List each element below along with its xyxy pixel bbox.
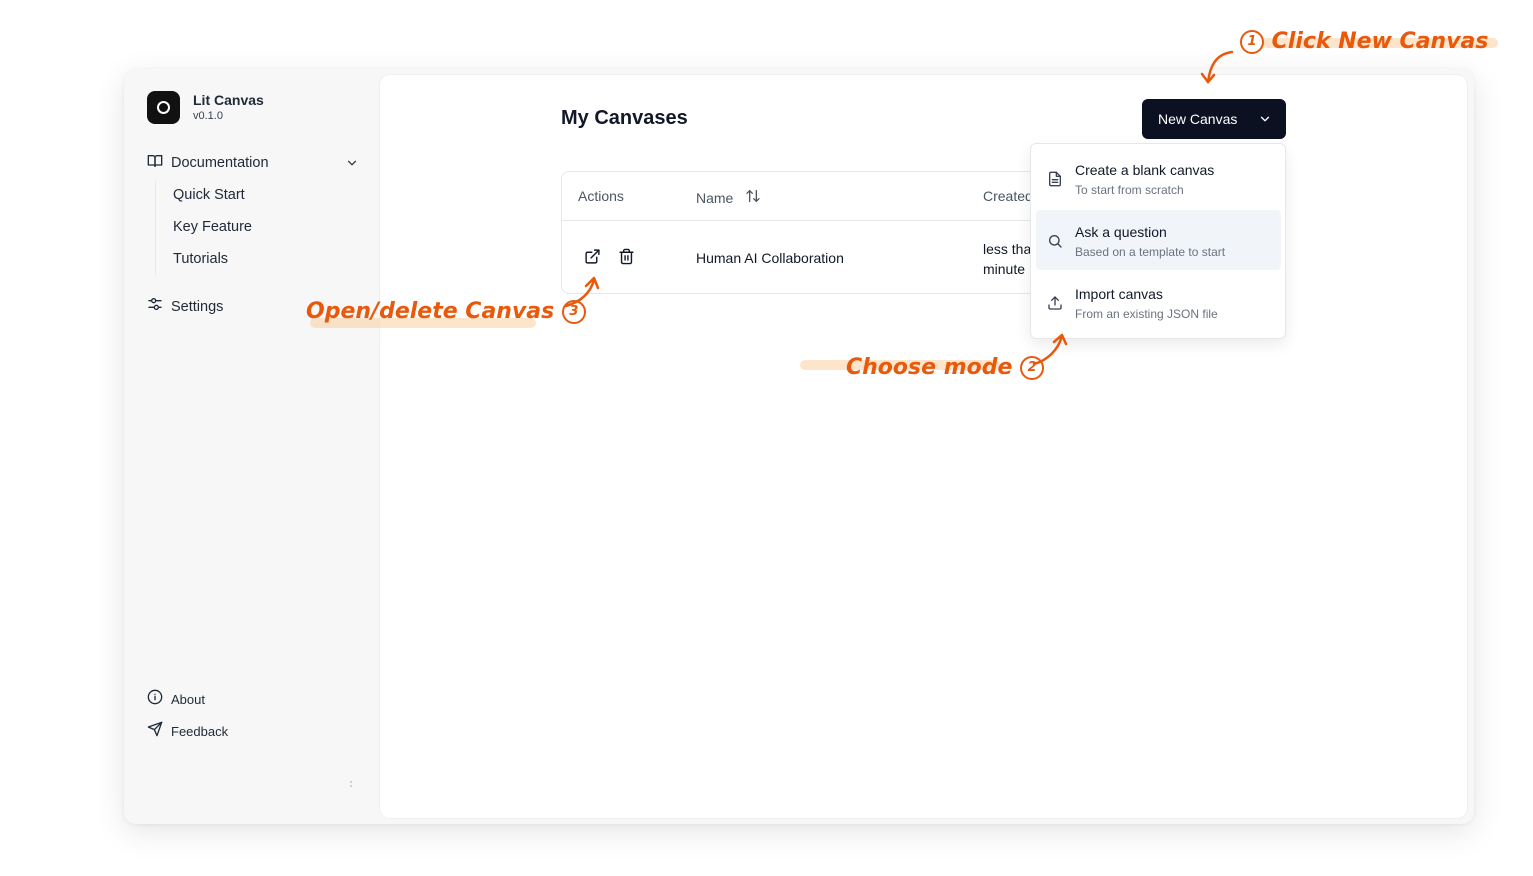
- sidebar: Lit Canvas v0.1.0 Documentation Quick St…: [124, 69, 380, 824]
- chevron-down-icon[interactable]: [345, 156, 359, 175]
- info-icon: [147, 689, 163, 710]
- open-external-icon[interactable]: [584, 248, 601, 265]
- canvases-table: Actions Name Created Human AI Collaborat…: [561, 171, 1041, 294]
- annotation-step-1: 1 Click New Canvas: [1240, 29, 1488, 54]
- book-open-icon: [147, 153, 163, 174]
- search-icon: [1047, 233, 1063, 254]
- sidebar-resize-handle[interactable]: [350, 781, 353, 789]
- annotation-step-3: Open/delete Canvas 3: [306, 299, 586, 324]
- send-icon: [147, 721, 163, 742]
- menu-item-title: Ask a question: [1075, 224, 1167, 240]
- menu-item-blank-canvas[interactable]: Create a blank canvas To start from scra…: [1036, 148, 1281, 208]
- app-logo-icon: [147, 91, 180, 124]
- sidebar-item-feedback[interactable]: Feedback: [147, 721, 228, 742]
- upload-icon: [1047, 295, 1063, 316]
- brand: Lit Canvas v0.1.0: [147, 91, 264, 124]
- row-actions: [584, 248, 635, 265]
- canvas-name[interactable]: Human AI Collaboration: [696, 250, 844, 266]
- menu-item-subtitle: To start from scratch: [1075, 183, 1184, 197]
- column-header-created: Created: [983, 188, 1033, 204]
- trash-icon[interactable]: [618, 248, 635, 265]
- sidebar-item-label: Settings: [171, 298, 224, 315]
- documentation-subnav: Quick Start Key Feature Tutorials: [155, 181, 252, 275]
- sidebar-item-tutorials[interactable]: Tutorials: [173, 243, 252, 275]
- file-text-icon: [1047, 171, 1063, 192]
- menu-item-title: Import canvas: [1075, 286, 1163, 302]
- sidebar-item-documentation[interactable]: Documentation: [147, 152, 359, 174]
- sidebar-item-about[interactable]: About: [147, 689, 205, 710]
- menu-item-import-canvas[interactable]: Import canvas From an existing JSON file: [1036, 272, 1281, 332]
- sidebar-item-label: Documentation: [171, 155, 269, 171]
- app-window: Lit Canvas v0.1.0 Documentation Quick St…: [124, 69, 1474, 824]
- column-header-actions: Actions: [578, 188, 624, 204]
- menu-item-subtitle: From an existing JSON file: [1075, 307, 1218, 321]
- new-canvas-button[interactable]: New Canvas: [1142, 99, 1286, 139]
- annotation-arrow-icon: [1200, 50, 1234, 84]
- menu-item-title: Create a blank canvas: [1075, 162, 1215, 178]
- sidebar-item-label: Feedback: [171, 724, 229, 739]
- sidebar-item-settings[interactable]: Settings: [147, 296, 223, 317]
- menu-item-ask-question[interactable]: Ask a question Based on a template to st…: [1036, 210, 1281, 270]
- annotation-arrow-icon: [564, 276, 600, 308]
- app-name: Lit Canvas: [193, 92, 264, 108]
- sort-icon[interactable]: [745, 188, 761, 207]
- app-version: v0.1.0: [193, 110, 223, 122]
- chevron-down-icon: [1258, 112, 1272, 129]
- table-header: Actions Name Created: [562, 172, 1041, 221]
- annotation-arrow-icon: [1032, 333, 1068, 366]
- sidebar-item-quick-start[interactable]: Quick Start: [173, 179, 252, 211]
- annotation-step-2: Choose mode 2: [846, 355, 1045, 380]
- page-title: My Canvases: [561, 107, 688, 129]
- sidebar-item-label: About: [171, 692, 205, 707]
- new-canvas-menu: Create a blank canvas To start from scra…: [1030, 143, 1286, 339]
- sliders-icon: [147, 296, 163, 317]
- main-panel: My Canvases New Canvas Actions Name Crea…: [380, 75, 1467, 818]
- menu-item-subtitle: Based on a template to start: [1075, 245, 1226, 259]
- sidebar-item-key-feature[interactable]: Key Feature: [173, 211, 252, 243]
- column-header-name[interactable]: Name: [696, 188, 761, 207]
- new-canvas-label: New Canvas: [1158, 111, 1238, 127]
